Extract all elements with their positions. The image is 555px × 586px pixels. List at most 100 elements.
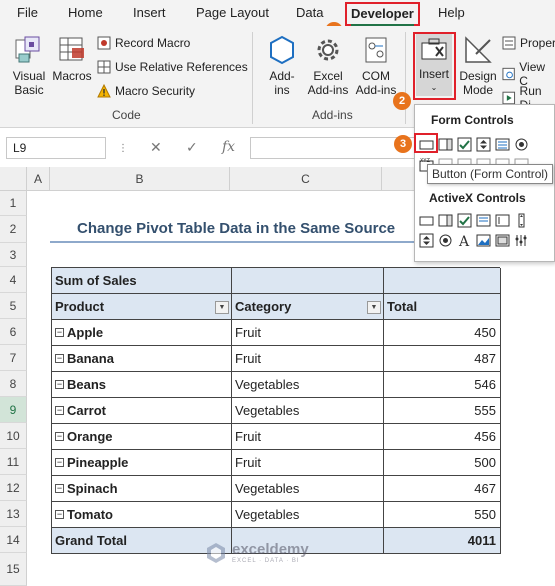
category-cell[interactable]: Fruit	[232, 450, 384, 476]
product-cell[interactable]: − Tomato	[52, 502, 232, 528]
row-header-5[interactable]: 5	[0, 293, 27, 319]
row-header-3[interactable]: 3	[0, 243, 27, 267]
row-header-1[interactable]: 1	[0, 191, 27, 216]
row-header-6[interactable]: 6	[0, 319, 27, 345]
combo-box-icon[interactable]	[438, 137, 453, 152]
collapse-minus-icon[interactable]: −	[55, 432, 64, 441]
collapse-minus-icon[interactable]: −	[55, 354, 64, 363]
name-box[interactable]: L9	[6, 137, 106, 159]
total-cell[interactable]: 550	[384, 502, 501, 528]
visual-basic-button[interactable]: Visual Basic	[8, 34, 50, 97]
product-cell[interactable]: − Carrot	[52, 398, 232, 424]
tab-insert[interactable]: Insert	[133, 5, 166, 20]
activex-label-icon[interactable]: A	[457, 233, 472, 248]
tab-file[interactable]: File	[17, 5, 38, 20]
row-header-2[interactable]: 2	[0, 216, 27, 243]
row-header-10[interactable]: 10	[0, 423, 27, 449]
total-cell[interactable]: 546	[384, 372, 501, 398]
filter-dropdown-icon[interactable]: ▼	[367, 301, 381, 314]
product-header-cell[interactable]: Product ▼	[52, 294, 232, 320]
use-relative-references-button[interactable]: Use Relative References	[97, 60, 248, 74]
design-mode-button[interactable]: Design Mode	[458, 34, 498, 97]
collapse-minus-icon[interactable]: −	[55, 484, 64, 493]
column-header-c[interactable]: C	[230, 167, 382, 191]
grand-total-value-cell[interactable]: 4011	[384, 528, 501, 554]
product-name: Banana	[67, 351, 114, 366]
activex-list-box-icon[interactable]	[476, 213, 491, 228]
list-box-icon[interactable]	[495, 137, 510, 152]
total-cell[interactable]: 456	[384, 424, 501, 450]
checkbox-icon[interactable]	[457, 137, 472, 152]
category-cell[interactable]: Vegetables	[232, 372, 384, 398]
fx-icon[interactable]: fx	[222, 139, 235, 155]
tab-page-layout[interactable]: Page Layout	[196, 5, 269, 20]
macro-security-button[interactable]: Macro Security	[97, 84, 195, 98]
more-controls-icon[interactable]	[514, 233, 529, 248]
product-cell[interactable]: − Orange	[52, 424, 232, 450]
addins-button[interactable]: Add- ins	[262, 34, 302, 97]
row-header-15[interactable]: 15	[0, 553, 27, 586]
collapse-minus-icon[interactable]: −	[55, 406, 64, 415]
activex-button-icon[interactable]	[419, 213, 434, 228]
activex-image-icon[interactable]	[476, 233, 491, 248]
pivot-blank-cell[interactable]	[384, 268, 501, 294]
com-addins-button[interactable]: COM Add-ins	[352, 34, 400, 97]
product-cell[interactable]: − Beans	[52, 372, 232, 398]
category-cell[interactable]: Fruit	[232, 346, 384, 372]
activex-checkbox-icon[interactable]	[457, 213, 472, 228]
row-header-9[interactable]: 9	[0, 397, 27, 423]
activex-scroll-bar-icon[interactable]	[514, 213, 529, 228]
row-header-14[interactable]: 14	[0, 527, 27, 553]
record-macro-button[interactable]: Record Macro	[97, 36, 190, 50]
category-cell[interactable]: Fruit	[232, 424, 384, 450]
select-all-corner[interactable]	[0, 167, 27, 191]
spin-button-icon[interactable]	[476, 137, 491, 152]
tab-data[interactable]: Data	[296, 5, 323, 20]
total-cell[interactable]: 555	[384, 398, 501, 424]
product-cell[interactable]: − Spinach	[52, 476, 232, 502]
product-cell[interactable]: − Pineapple	[52, 450, 232, 476]
total-cell[interactable]: 500	[384, 450, 501, 476]
cancel-icon[interactable]: ✕	[150, 139, 162, 156]
option-button-icon[interactable]	[514, 137, 529, 152]
product-cell[interactable]: − Banana	[52, 346, 232, 372]
sum-of-sales-cell[interactable]: Sum of Sales	[52, 268, 232, 294]
activex-text-box-icon[interactable]	[495, 213, 510, 228]
row-header-7[interactable]: 7	[0, 345, 27, 371]
row-header-12[interactable]: 12	[0, 475, 27, 501]
product-cell[interactable]: − Apple	[52, 320, 232, 346]
collapse-minus-icon[interactable]: −	[55, 328, 64, 337]
column-header-a[interactable]: A	[27, 167, 50, 191]
collapse-minus-icon[interactable]: −	[55, 510, 64, 519]
tab-home[interactable]: Home	[68, 5, 103, 20]
product-name: Pineapple	[67, 455, 129, 470]
category-cell[interactable]: Vegetables	[232, 476, 384, 502]
properties-button[interactable]: Proper	[502, 36, 555, 50]
activex-combo-box-icon[interactable]	[438, 213, 453, 228]
total-cell[interactable]: 487	[384, 346, 501, 372]
macros-button[interactable]: Macros	[52, 34, 92, 83]
category-cell[interactable]: Fruit	[232, 320, 384, 346]
activex-toggle-button-icon[interactable]	[495, 233, 510, 248]
collapse-minus-icon[interactable]: −	[55, 380, 64, 389]
row-header-8[interactable]: 8	[0, 371, 27, 397]
confirm-icon[interactable]: ✓	[186, 139, 198, 156]
activex-spin-button-icon[interactable]	[419, 233, 434, 248]
excel-addins-button[interactable]: Excel Add-ins	[304, 34, 352, 97]
row-header-4[interactable]: 4	[0, 267, 27, 293]
row-header-13[interactable]: 13	[0, 501, 27, 527]
activex-option-button-icon[interactable]	[438, 233, 453, 248]
category-cell[interactable]: Vegetables	[232, 502, 384, 528]
total-header-cell[interactable]: Total	[384, 294, 501, 320]
tab-developer[interactable]: Developer	[345, 2, 420, 26]
tab-help[interactable]: Help	[438, 5, 465, 20]
category-header-cell[interactable]: Category ▼	[232, 294, 384, 320]
filter-dropdown-icon[interactable]: ▼	[215, 301, 229, 314]
collapse-minus-icon[interactable]: −	[55, 458, 64, 467]
pivot-blank-cell[interactable]	[232, 268, 384, 294]
total-cell[interactable]: 450	[384, 320, 501, 346]
row-header-11[interactable]: 11	[0, 449, 27, 475]
column-header-b[interactable]: B	[50, 167, 230, 191]
category-cell[interactable]: Vegetables	[232, 398, 384, 424]
total-cell[interactable]: 467	[384, 476, 501, 502]
